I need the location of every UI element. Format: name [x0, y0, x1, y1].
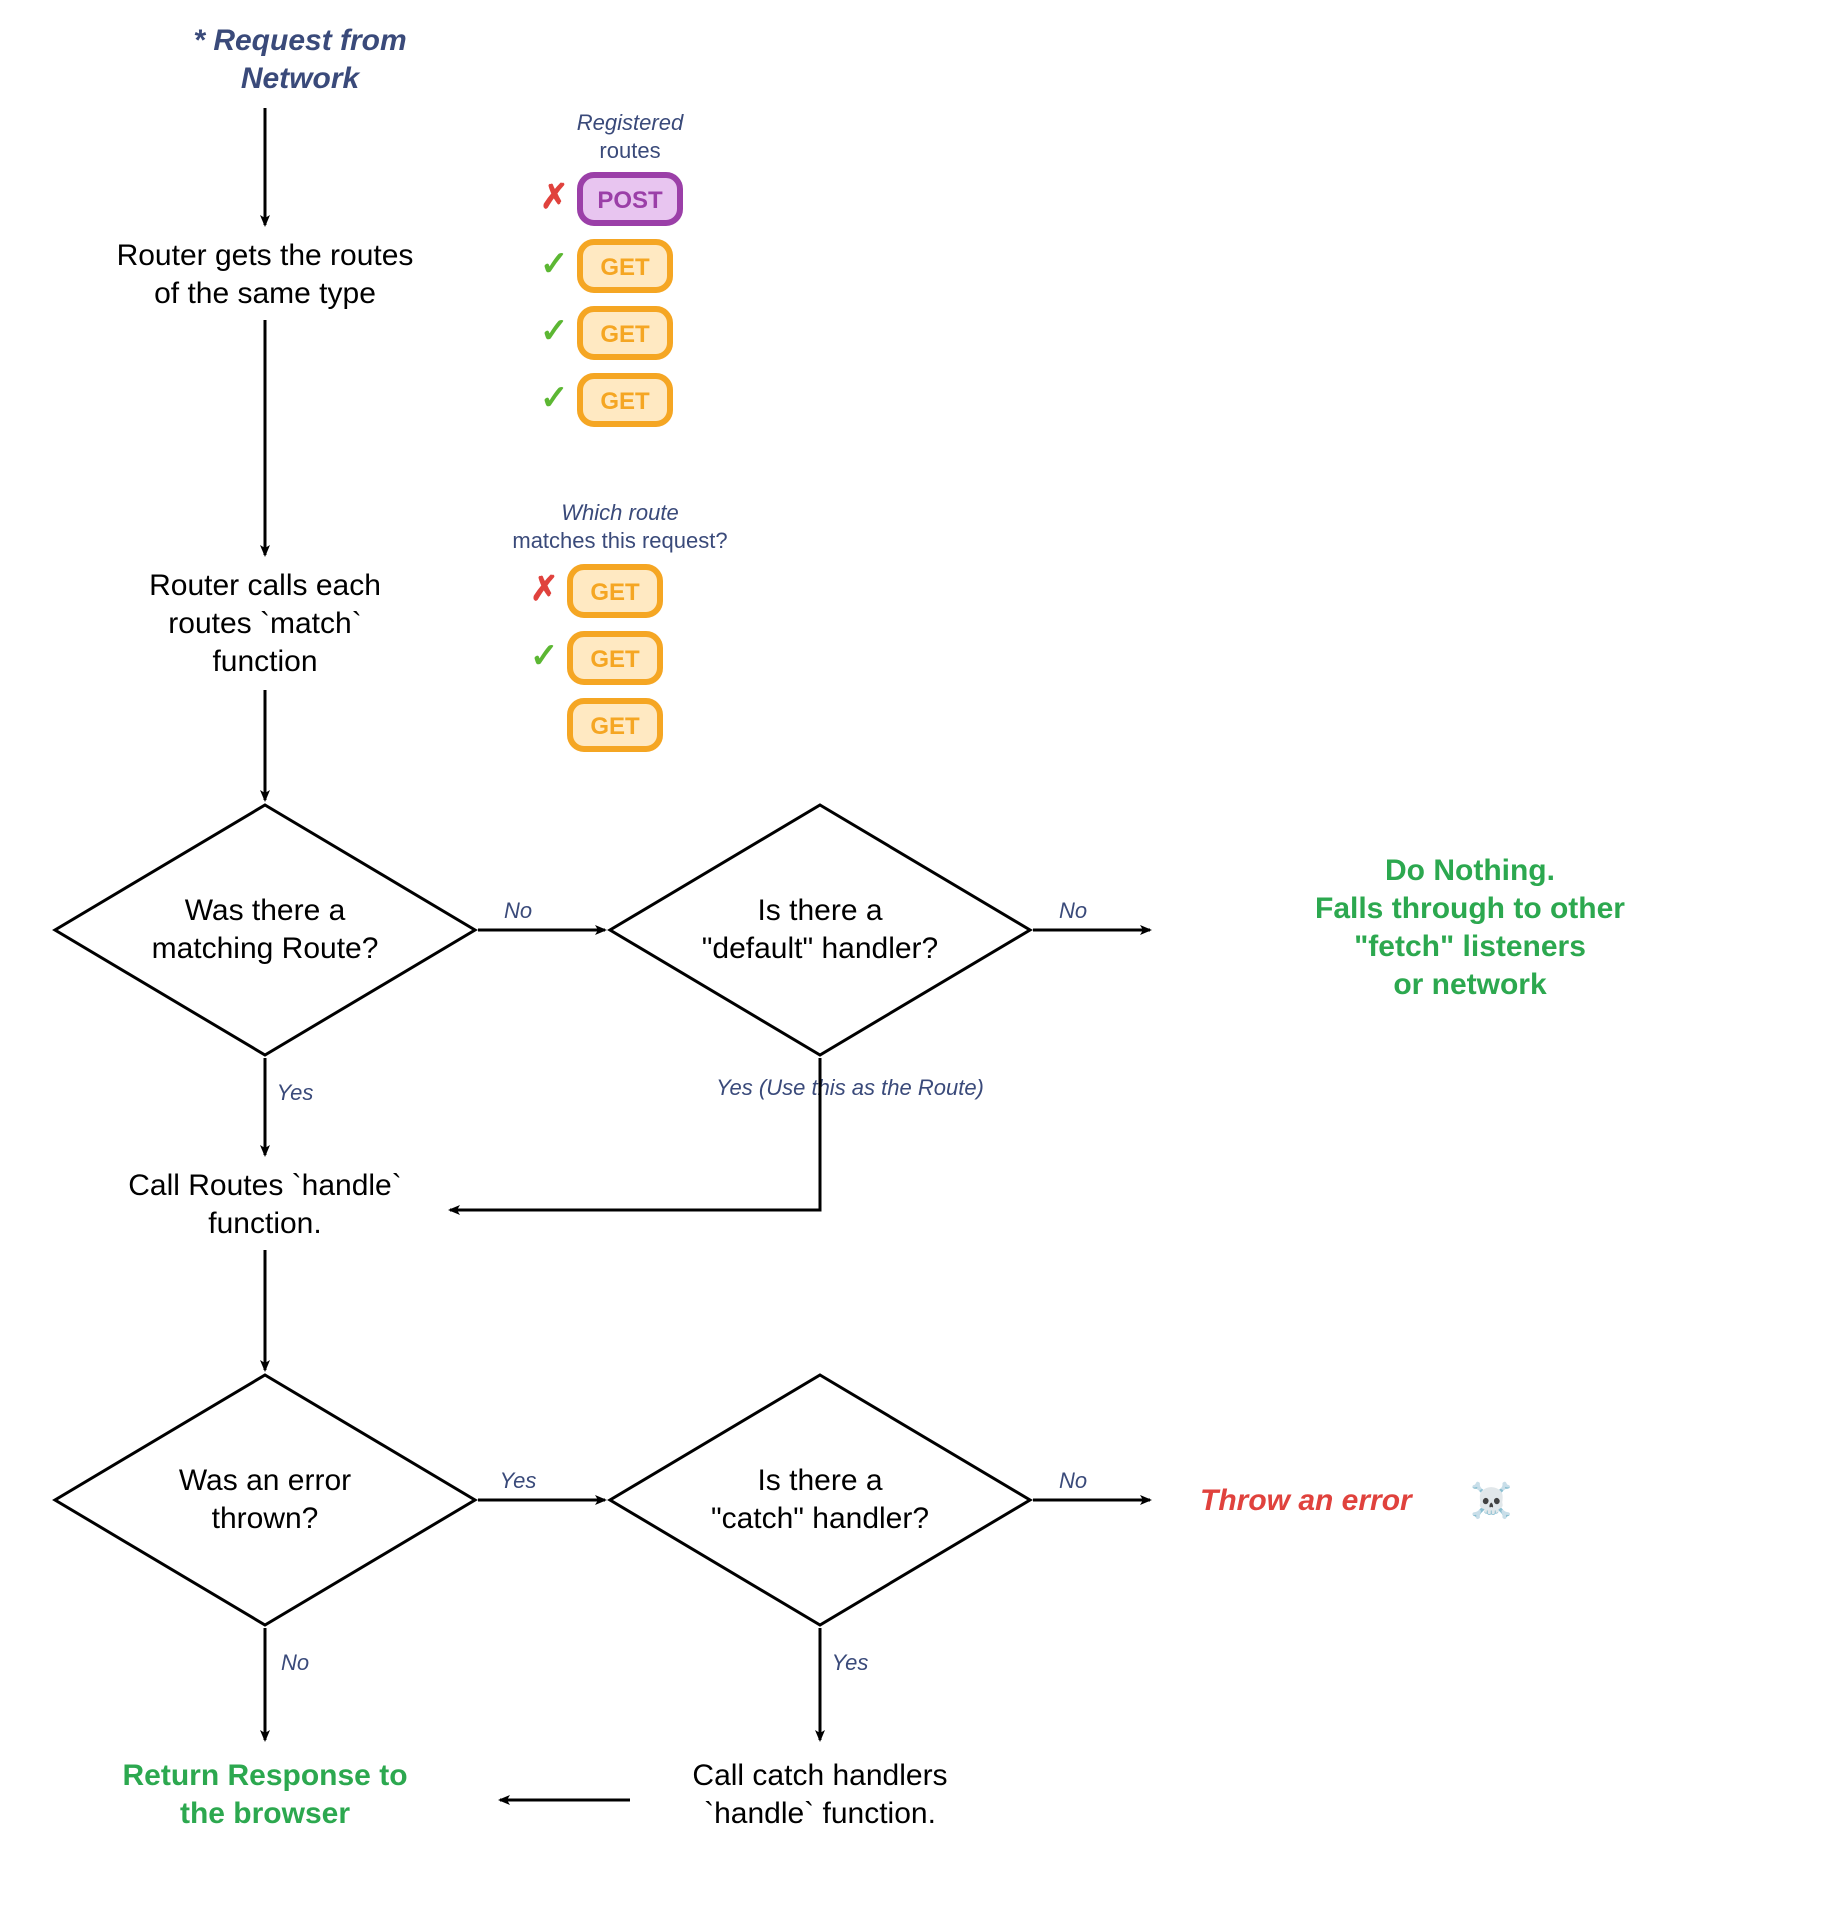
decision4-line1: Is there a	[757, 1464, 882, 1497]
decision3-line2: thrown?	[212, 1502, 319, 1535]
x-icon: ✗	[540, 178, 569, 216]
route-label-0: POST	[597, 187, 663, 214]
flowchart-diagram: * Request from Network Router gets the r…	[0, 0, 1823, 1925]
route-label-2: GET	[600, 321, 650, 348]
decision4-line2: "catch" handler?	[711, 1502, 929, 1535]
skull-icon: ☠️	[1470, 1481, 1512, 1520]
decision2-line1: Is there a	[757, 894, 882, 927]
legend1-line2: routes	[599, 138, 660, 163]
check-icon: ✓	[530, 637, 559, 675]
label-no-4: No	[281, 1650, 309, 1675]
decision4-diamond	[610, 1375, 1030, 1625]
label-yes-3: Yes	[832, 1650, 869, 1675]
donothing-line3: "fetch" listeners	[1354, 930, 1586, 963]
routes-list-1: ✗ POST ✓ GET ✓ GET ✓ GET	[540, 175, 680, 424]
legend2-line1: Which route	[561, 500, 678, 525]
callcatch-line2: `handle` function.	[704, 1797, 936, 1830]
donothing-line1: Do Nothing.	[1385, 854, 1555, 887]
step2-line1: Router calls each	[149, 569, 381, 602]
decision1-line2: matching Route?	[152, 932, 379, 965]
route-label-3: GET	[600, 388, 650, 415]
check-icon: ✓	[540, 379, 569, 417]
route-label-1: GET	[600, 254, 650, 281]
label-no-3: No	[1059, 1468, 1087, 1493]
label-yesroute: Yes (Use this as the Route)	[716, 1075, 984, 1100]
label-no-1: No	[504, 898, 532, 923]
legend2-line2: matches this request?	[512, 528, 727, 553]
route2-label-1: GET	[590, 646, 640, 673]
decision3-line1: Was an error	[179, 1464, 351, 1497]
label-yes-2: Yes	[500, 1468, 537, 1493]
label-yes-1: Yes	[277, 1080, 314, 1105]
return-line2: the browser	[180, 1797, 350, 1830]
decision2-line2: "default" handler?	[702, 932, 938, 965]
route2-label-0: GET	[590, 579, 640, 606]
step1-line1: Router gets the routes	[117, 239, 414, 272]
callhandle-line2: function.	[208, 1207, 321, 1240]
start-label-1: * Request from	[193, 24, 406, 57]
decision1-diamond	[55, 805, 475, 1055]
legend1-line1: Registered	[577, 110, 684, 135]
step2-line2: routes `match`	[168, 607, 361, 640]
x-icon: ✗	[530, 570, 559, 608]
routes-list-2: ✗ GET ✓ GET GET	[530, 567, 660, 749]
check-icon: ✓	[540, 312, 569, 350]
decision1-line1: Was there a	[185, 894, 346, 927]
donothing-line2: Falls through to other	[1315, 892, 1625, 925]
route2-label-2: GET	[590, 713, 640, 740]
throw-error-text: Throw an error	[1200, 1484, 1414, 1517]
label-no-2: No	[1059, 898, 1087, 923]
callcatch-line1: Call catch handlers	[692, 1759, 947, 1792]
check-icon: ✓	[540, 245, 569, 283]
decision3-diamond	[55, 1375, 475, 1625]
step1-line2: of the same type	[154, 277, 376, 310]
donothing-line4: or network	[1393, 968, 1547, 1001]
return-line1: Return Response to	[122, 1759, 407, 1792]
decision2-diamond	[610, 805, 1030, 1055]
callhandle-line1: Call Routes `handle`	[128, 1169, 401, 1202]
start-label-2: Network	[241, 62, 361, 95]
step2-line3: function	[212, 645, 317, 678]
